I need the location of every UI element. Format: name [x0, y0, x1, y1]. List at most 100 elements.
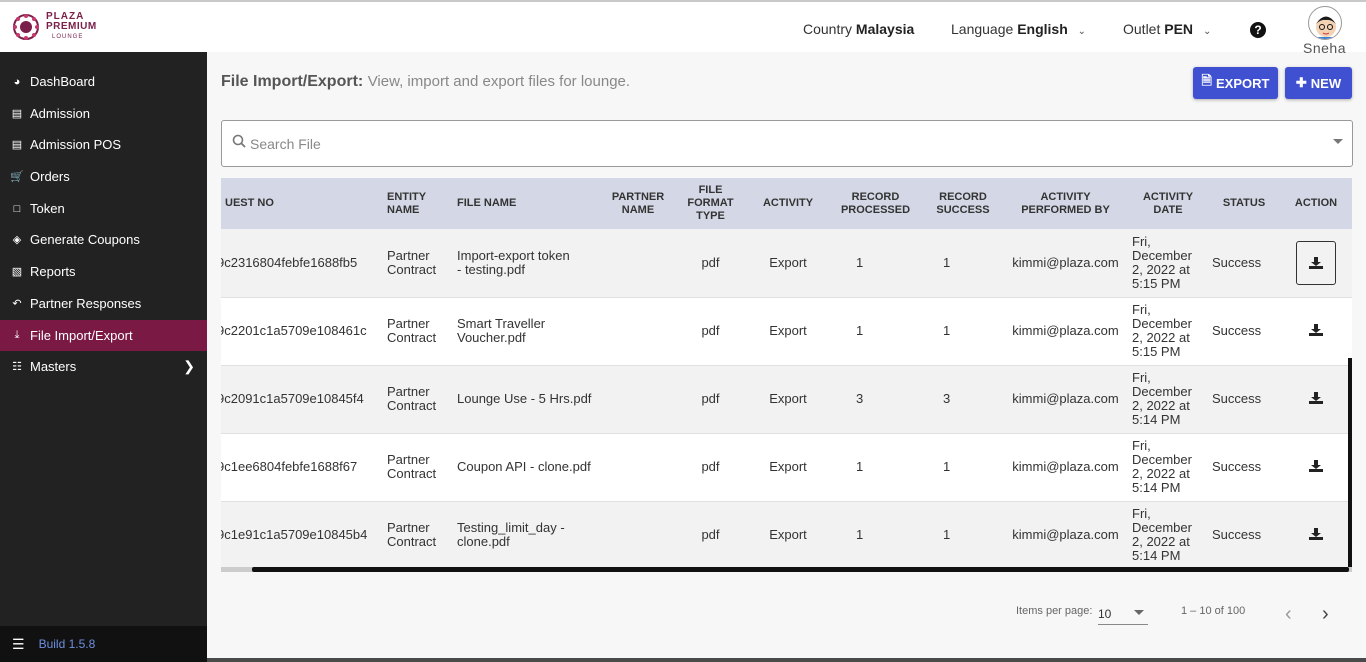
user-name[interactable]: Sneha — [1303, 40, 1346, 56]
cell-activity-date: Fri, December 2, 2022 at 5:14 PM — [1132, 438, 1192, 495]
page-title-main: File Import/Export: — [221, 73, 364, 90]
cell-record-processed: 1 — [856, 254, 864, 270]
download-icon[interactable] — [1309, 391, 1323, 404]
col-header-record-success[interactable]: RECORD SUCCESS — [923, 178, 1003, 229]
items-per-page-select[interactable]: 10 — [1098, 603, 1148, 625]
hamburger-menu-icon[interactable]: ☰ — [12, 636, 25, 653]
cell-file-name: Coupon API - clone.pdf — [457, 459, 591, 474]
cell-file-name: Smart Traveller Voucher.pdf — [457, 316, 546, 345]
page-subtitle: View, import and export files for lounge… — [367, 73, 631, 90]
sidebar-item-orders[interactable]: 🛒 Orders — [0, 161, 207, 192]
cell-entity-name: Partner Contract — [387, 384, 437, 413]
cell-record-success: 1 — [943, 459, 951, 474]
cell-record-processed: 1 — [856, 527, 864, 542]
export-button[interactable]: 🗎 EXPORT — [1193, 67, 1278, 99]
cell-entity-name: Partner Contract — [387, 247, 437, 277]
search-file-box[interactable] — [221, 120, 1353, 167]
table-row: 9c2091c1a5709e10845f4 Partner Contract L… — [221, 365, 1352, 433]
country-label: Country — [803, 21, 853, 37]
logo-text: PLAZA PREMIUM LOUNGE — [46, 12, 97, 42]
bottom-strip — [207, 658, 1366, 662]
download-icon[interactable] — [1309, 527, 1323, 540]
cell-file-name: Import-export token - testing.pdf — [457, 247, 570, 277]
dropdown-caret-icon — [1134, 610, 1144, 615]
sidebar-item-label: Partner Responses — [30, 296, 142, 311]
cell-record-success: 1 — [943, 527, 951, 542]
cell-status: Success — [1212, 391, 1262, 406]
sidebar-item-masters[interactable]: ☷ Masters ❯ — [0, 351, 207, 382]
sidebar-item-partner-responses[interactable]: ↶ Partner Responses — [0, 288, 207, 319]
col-header-activity-date[interactable]: ACTIVITY DATE — [1128, 178, 1208, 229]
language-selector[interactable]: Language English ⌄ — [951, 21, 1086, 37]
cell-file-format: pdf — [701, 527, 720, 542]
avatar[interactable] — [1308, 6, 1342, 40]
previous-page-icon[interactable]: ‹ — [1285, 603, 1292, 626]
table-horizontal-scrollbar[interactable] — [221, 567, 1352, 572]
sidebar-item-file-import-export[interactable]: ⤓ File Import/Export — [0, 320, 207, 351]
sidebar-item-label: Admission POS — [30, 137, 122, 152]
table-vertical-scrollbar[interactable] — [1348, 358, 1352, 570]
sidebar-item-dashboard[interactable]: ◕ DashBoard — [0, 66, 207, 97]
file-icon: □ — [13, 202, 21, 215]
col-header-record-processed[interactable]: RECORD PROCESSED — [828, 178, 923, 229]
question-circle-icon[interactable]: ? — [1250, 22, 1266, 38]
logo-line-3: LOUNGE — [52, 34, 84, 40]
sitemap-icon: ☷ — [12, 361, 22, 373]
table-row: 9c2316804febfe1688fb5 Partner Contract I… — [221, 229, 1352, 297]
sidebar-item-admission-pos[interactable]: ▤ Admission POS — [0, 129, 207, 160]
cell-request-no: 9c2316804febfe1688fb5 — [221, 254, 358, 270]
cell-performed-by: kimmi@plaza.com — [1012, 391, 1119, 406]
sidebar-item-label: Token — [30, 201, 65, 216]
download-icon — [1309, 256, 1323, 269]
country-value: Malaysia — [855, 21, 915, 37]
col-header-partner-name[interactable]: PARTNER NAME — [603, 178, 673, 229]
cell-status: Success — [1212, 254, 1262, 270]
cell-request-no: 9c1ee6804febfe1688f67 — [221, 459, 358, 474]
cell-activity: Export — [769, 459, 807, 474]
cell-partner-name — [603, 297, 673, 365]
sidebar-item-generate-coupons[interactable]: ◈ Generate Coupons — [0, 224, 207, 255]
search-input[interactable] — [250, 133, 1300, 155]
sidebar-item-token[interactable]: □ Token — [0, 193, 207, 224]
download-button[interactable] — [1296, 240, 1336, 285]
sidebar: ◕ DashBoard ▤ Admission ▤ Admission POS … — [0, 52, 207, 662]
cell-partner-name — [603, 433, 673, 501]
cell-activity: Export — [769, 323, 807, 338]
file-table: UEST NO ENTITY NAME FILE NAME PARTNER NA… — [221, 178, 1352, 570]
sidebar-item-reports[interactable]: ▧ Reports — [0, 256, 207, 287]
page-title: File Import/Export: View, import and exp… — [221, 73, 630, 91]
cell-file-format: pdf — [701, 323, 720, 338]
table-row: 9c1ee6804febfe1688f67 Partner Contract C… — [221, 433, 1352, 501]
dropdown-caret-icon[interactable] — [1333, 139, 1343, 144]
col-header-file-name[interactable]: FILE NAME — [453, 178, 603, 229]
col-header-action[interactable]: ACTION — [1280, 178, 1352, 229]
scrollbar-thumb[interactable] — [252, 567, 1349, 572]
cell-record-success: 3 — [943, 391, 951, 406]
cell-partner-name — [603, 365, 673, 433]
user-avatar-icon — [1316, 16, 1336, 39]
col-header-file-format[interactable]: FILE FORMAT TYPE — [673, 178, 748, 229]
country-selector[interactable]: Country Malaysia — [803, 21, 914, 37]
tag-icon: ◈ — [12, 234, 22, 246]
build-version: Build 1.5.8 — [38, 637, 96, 651]
logo-mark-icon — [13, 14, 39, 40]
brand-logo[interactable]: PLAZA PREMIUM LOUNGE — [12, 12, 97, 42]
id-card-icon: ▤ — [11, 108, 23, 120]
outlet-selector[interactable]: Outlet PEN ⌄ — [1123, 21, 1211, 37]
reply-icon: ↶ — [12, 298, 22, 310]
new-button[interactable]: ✚ NEW — [1285, 67, 1352, 99]
sidebar-item-admission[interactable]: ▤ Admission — [0, 98, 207, 129]
col-header-entity-name[interactable]: ENTITY NAME — [383, 178, 453, 229]
col-header-activity[interactable]: ACTIVITY — [748, 178, 828, 229]
cell-activity: Export — [769, 254, 807, 270]
col-header-request-no[interactable]: UEST NO — [221, 178, 383, 229]
col-header-performed-by[interactable]: ACTIVITY PERFORMED BY — [1003, 178, 1128, 229]
next-page-icon[interactable]: › — [1322, 603, 1329, 626]
cell-file-format: pdf — [701, 391, 720, 406]
cell-action — [1280, 229, 1352, 297]
download-icon[interactable] — [1309, 323, 1323, 336]
download-icon[interactable] — [1309, 459, 1323, 472]
col-header-status[interactable]: STATUS — [1208, 178, 1280, 229]
cell-performed-by: kimmi@plaza.com — [1012, 323, 1119, 338]
sidebar-item-label: File Import/Export — [30, 328, 133, 343]
